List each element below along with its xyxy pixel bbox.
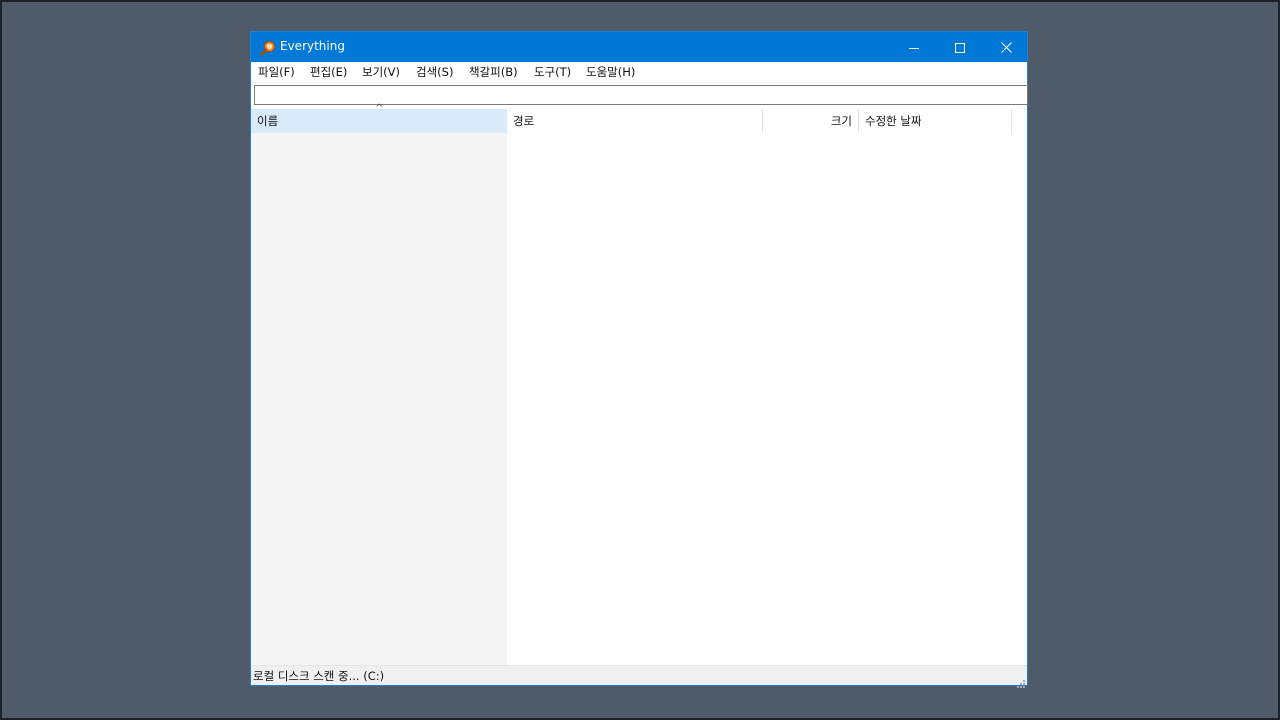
maximize-button[interactable] (937, 32, 983, 62)
close-icon (1000, 38, 1012, 57)
title-bar[interactable]: Everything (251, 32, 1027, 62)
minimize-icon (909, 38, 919, 57)
search-bar (251, 83, 1028, 110)
menu-tools[interactable]: 도구(T) (534, 65, 571, 80)
magnifier-icon (260, 40, 276, 56)
column-header-name-label: 이름 (257, 114, 279, 128)
search-input[interactable] (254, 85, 1028, 105)
close-button[interactable] (983, 32, 1029, 62)
column-header-path-label: 경로 (513, 114, 535, 128)
column-header-date-modified[interactable]: 수정한 날짜 (859, 109, 1012, 133)
everything-window: Everything 파일(F) 편집(E) 보기(V) 검색(S) 책갈피(B… (250, 31, 1028, 688)
minimize-button[interactable] (891, 32, 937, 62)
name-column-background (251, 133, 507, 665)
menu-bar: 파일(F) 편집(E) 보기(V) 검색(S) 책갈피(B) 도구(T) 도움말… (251, 62, 1027, 83)
maximize-icon (955, 38, 965, 57)
column-header-size[interactable]: 크기 (763, 109, 859, 133)
column-header-date-label: 수정한 날짜 (865, 114, 922, 128)
menu-edit[interactable]: 편집(E) (310, 65, 347, 80)
menu-search[interactable]: 검색(S) (416, 65, 453, 80)
status-text: 로컬 디스크 스캔 중... (C:) (253, 669, 385, 683)
window-title: Everything (280, 39, 345, 53)
column-header-name[interactable]: ^ 이름 (251, 104, 507, 133)
column-header-size-label: 크기 (830, 114, 852, 128)
resize-grip-icon[interactable] (1016, 674, 1026, 688)
results-list[interactable]: ^ 이름 경로 크기 수정한 날짜 (251, 104, 1027, 665)
column-header-path[interactable]: 경로 (507, 109, 763, 133)
menu-file[interactable]: 파일(F) (258, 65, 295, 80)
menu-help[interactable]: 도움말(H) (586, 65, 635, 80)
status-bar: 로컬 디스크 스캔 중... (C:) (251, 665, 1027, 688)
menu-bookmarks[interactable]: 책갈피(B) (469, 65, 518, 80)
sort-ascending-icon: ^ (375, 103, 384, 114)
menu-view[interactable]: 보기(V) (362, 65, 400, 80)
